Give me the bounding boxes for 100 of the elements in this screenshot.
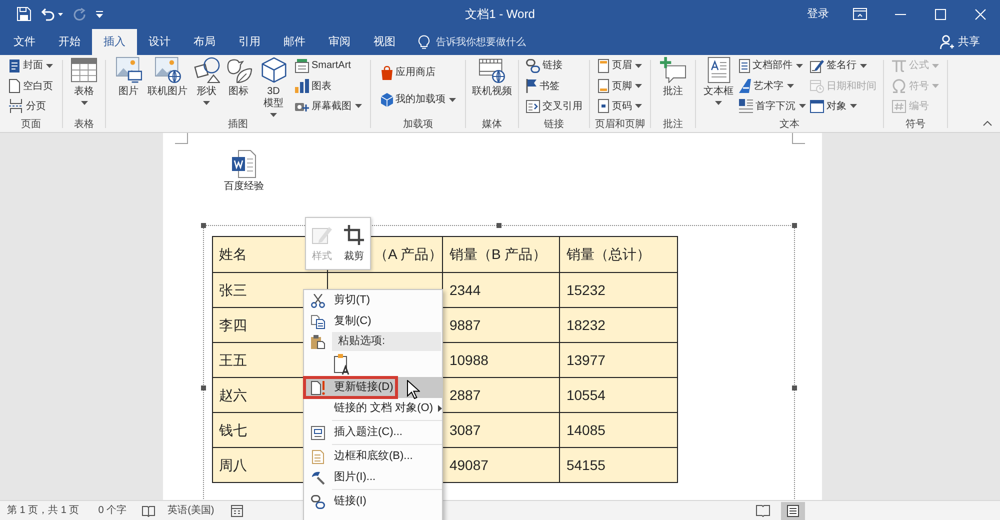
ribbon-button[interactable]: 形状	[190, 55, 222, 117]
group-label: 页面	[20, 118, 42, 132]
resize-handle[interactable]	[792, 386, 797, 390]
group-label: 表格	[73, 118, 95, 132]
caret-down-icon	[860, 64, 866, 68]
ribbon-button[interactable]: 首字下沉	[736, 96, 808, 116]
corner-mark-icon	[175, 133, 188, 144]
resize-handle[interactable]	[201, 386, 206, 390]
ribbon-button[interactable]: 页脚	[596, 76, 644, 96]
ribbon-display-icon	[853, 8, 867, 20]
menu-item[interactable]: 链接(I)	[304, 491, 442, 512]
ribbon-button[interactable]: 文本框	[700, 55, 736, 117]
caret-down-icon	[635, 84, 642, 88]
camera-plus-icon	[294, 100, 308, 112]
person-add-icon	[940, 35, 954, 49]
ribbon-button[interactable]: SmartArt	[292, 56, 364, 76]
ribbon-tab[interactable]: 设计	[137, 29, 182, 55]
resize-handle[interactable]	[496, 223, 502, 228]
chain-link-icon	[311, 494, 325, 508]
signature-pen-icon	[810, 58, 824, 73]
ribbon-tab[interactable]: 开始	[47, 29, 92, 55]
macro-button[interactable]	[231, 504, 244, 516]
sign-in-button[interactable]: 登录	[798, 0, 838, 28]
proofing-button[interactable]	[142, 504, 155, 516]
caret-down-icon	[270, 113, 277, 117]
menu-item[interactable]: 更新链接(D)	[304, 377, 442, 398]
ribbon-button[interactable]: 分页	[7, 96, 55, 116]
ribbon-button[interactable]: 批注	[657, 55, 689, 117]
resize-handle[interactable]	[201, 223, 206, 228]
ribbon-tab[interactable]: 视图	[362, 29, 407, 55]
collapse-ribbon-button[interactable]	[983, 121, 992, 126]
share-button[interactable]: 共享	[940, 29, 1000, 55]
ribbon-button[interactable]: 3D 模型	[254, 55, 292, 117]
ribbon-tab[interactable]: 文件	[2, 29, 47, 55]
ribbon-button[interactable]: 页码	[596, 96, 644, 116]
ribbon-button[interactable]: 屏幕截图	[292, 96, 364, 116]
ribbon-button[interactable]: 联机视频	[469, 55, 515, 117]
group-label: 文本	[778, 118, 800, 132]
page-icon	[787, 504, 799, 516]
ribbon-button[interactable]: 空白页	[7, 76, 55, 96]
macro-sheet-icon	[231, 504, 244, 516]
table-cell: 13977	[560, 342, 678, 378]
book-icon	[756, 504, 770, 516]
ribbon-tab[interactable]: 插入	[92, 29, 137, 55]
table-cell: 10554	[560, 378, 678, 412]
ribbon-button[interactable]: 签名行	[808, 56, 878, 76]
ribbon-tab[interactable]: 引用	[227, 29, 272, 55]
ribbon-button[interactable]: 表格	[68, 55, 100, 117]
caret-down-icon	[850, 104, 856, 108]
column-header: 销量（总计）	[560, 236, 678, 272]
calendar-clock-icon	[810, 79, 824, 93]
caret-down-icon	[796, 64, 802, 68]
print-layout-button[interactable]	[781, 502, 805, 520]
caret-up-icon	[983, 121, 992, 126]
table-cell: 14085	[560, 412, 678, 448]
ribbon-button[interactable]: 图片	[112, 55, 144, 117]
page-borders-icon	[312, 450, 324, 464]
clipboard-text-icon	[334, 353, 350, 375]
table-cell: 18232	[560, 308, 678, 342]
tell-me-field[interactable]: 告诉我你想要做什么	[436, 32, 576, 52]
solid-cube-icon	[380, 92, 392, 106]
ribbon-tab[interactable]: 邮件	[272, 29, 317, 55]
cross-reference-icon	[526, 100, 540, 113]
diagram-sheet-icon	[294, 58, 308, 73]
ribbon-button[interactable]: 文档部件	[736, 56, 808, 76]
bar-chart-icon	[294, 79, 308, 93]
window-icon	[810, 100, 824, 113]
ribbon-button[interactable]: 艺术字	[736, 76, 808, 96]
group-label: 批注	[662, 118, 684, 132]
customize-icon	[96, 10, 103, 18]
word-document-icon	[232, 150, 256, 178]
ribbon-button[interactable]: 联机图片	[144, 55, 190, 117]
table-cell: 3087	[442, 412, 560, 448]
caret-down-icon	[448, 98, 456, 102]
caret-down-icon	[786, 84, 794, 88]
ribbon-button[interactable]: 书签	[524, 76, 584, 96]
ribbon-button[interactable]: 应用商店	[378, 63, 458, 82]
ribbon-button[interactable]: 封面	[7, 56, 55, 76]
resize-handle[interactable]	[792, 223, 797, 228]
crop-icon	[344, 225, 364, 245]
ribbon-button[interactable]: 图表	[292, 76, 364, 96]
ribbon-button[interactable]: 链接	[524, 56, 584, 76]
column-header: 销量（B 产品）	[442, 236, 560, 272]
ribbon-button[interactable]: 交叉引用	[524, 96, 584, 116]
ribbon-tab[interactable]: 布局	[182, 29, 227, 55]
page-number-icon	[598, 99, 609, 114]
ribbon-tab[interactable]: 审阅	[317, 29, 362, 55]
ribbon-button[interactable]: 图标	[222, 55, 254, 117]
page-exclamation-icon	[311, 380, 325, 394]
caret-down-icon	[203, 101, 210, 105]
chain-link-icon	[526, 58, 540, 73]
group-label: 链接	[543, 118, 565, 132]
redo-icon	[73, 8, 86, 20]
table-cell: 9887	[442, 308, 560, 342]
table-cell: 10988	[442, 342, 560, 378]
ribbon-button[interactable]: 我的加载项	[378, 90, 458, 109]
ribbon-button[interactable]: 对象	[808, 96, 878, 116]
open-book-icon	[142, 504, 155, 516]
ribbon-button[interactable]: 页眉	[596, 56, 644, 76]
cover-page-icon	[9, 58, 20, 73]
